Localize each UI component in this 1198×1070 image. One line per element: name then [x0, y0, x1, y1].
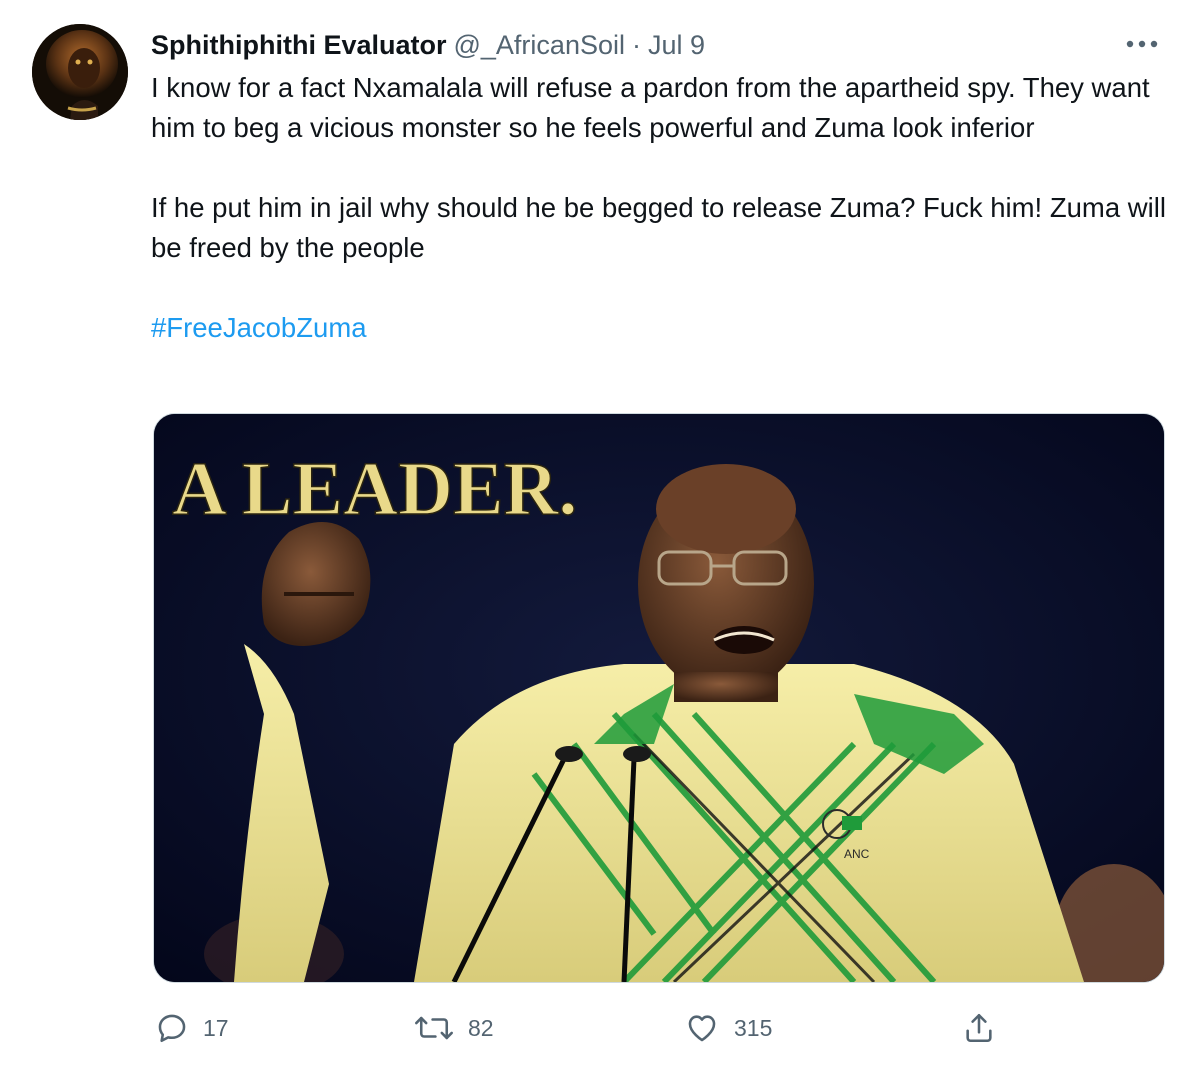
avatar[interactable] [32, 24, 128, 120]
tweet-header: Sphithiphithi Evaluator @_AfricanSoil · … [151, 25, 705, 65]
more-icon [1126, 40, 1158, 48]
tweet-text: I know for a fact Nxamalala will refuse … [151, 68, 1171, 348]
share-icon [966, 1013, 992, 1043]
reply-count: 17 [203, 1014, 229, 1041]
media-image: ANC A LEADER. [154, 414, 1164, 982]
anc-badge-text: ANC [844, 847, 870, 861]
share-button[interactable] [962, 1005, 996, 1051]
author-handle[interactable]: @_AfricanSoil [454, 30, 625, 61]
meta-separator: · [631, 29, 641, 60]
retweet-button[interactable]: 82 [414, 1005, 494, 1051]
tweet: Sphithiphithi Evaluator @_AfricanSoil · … [0, 0, 1198, 1070]
retweet-count: 82 [468, 1014, 494, 1041]
media-overlay-text: A LEADER. [172, 447, 577, 531]
retweet-icon [415, 1016, 453, 1040]
like-count: 315 [734, 1014, 773, 1041]
reply-icon [158, 1014, 186, 1043]
lion-avatar-icon [32, 24, 128, 120]
more-button[interactable] [1120, 26, 1164, 62]
tweet-actions: 17 82 315 [0, 1005, 1198, 1051]
tweet-date[interactable]: Jul 9 [648, 30, 705, 61]
like-button[interactable]: 315 [684, 1005, 772, 1051]
author-name[interactable]: Sphithiphithi Evaluator [151, 30, 447, 61]
tweet-paragraph-2: If he put him in jail why should he be b… [151, 192, 1166, 263]
tweet-paragraph-1: I know for a fact Nxamalala will refuse … [151, 72, 1150, 143]
heart-icon [688, 1015, 716, 1042]
tweet-media[interactable]: ANC A LEADER. [153, 413, 1165, 983]
hashtag-link[interactable]: #FreeJacobZuma [151, 312, 367, 343]
reply-button[interactable]: 17 [155, 1005, 229, 1051]
